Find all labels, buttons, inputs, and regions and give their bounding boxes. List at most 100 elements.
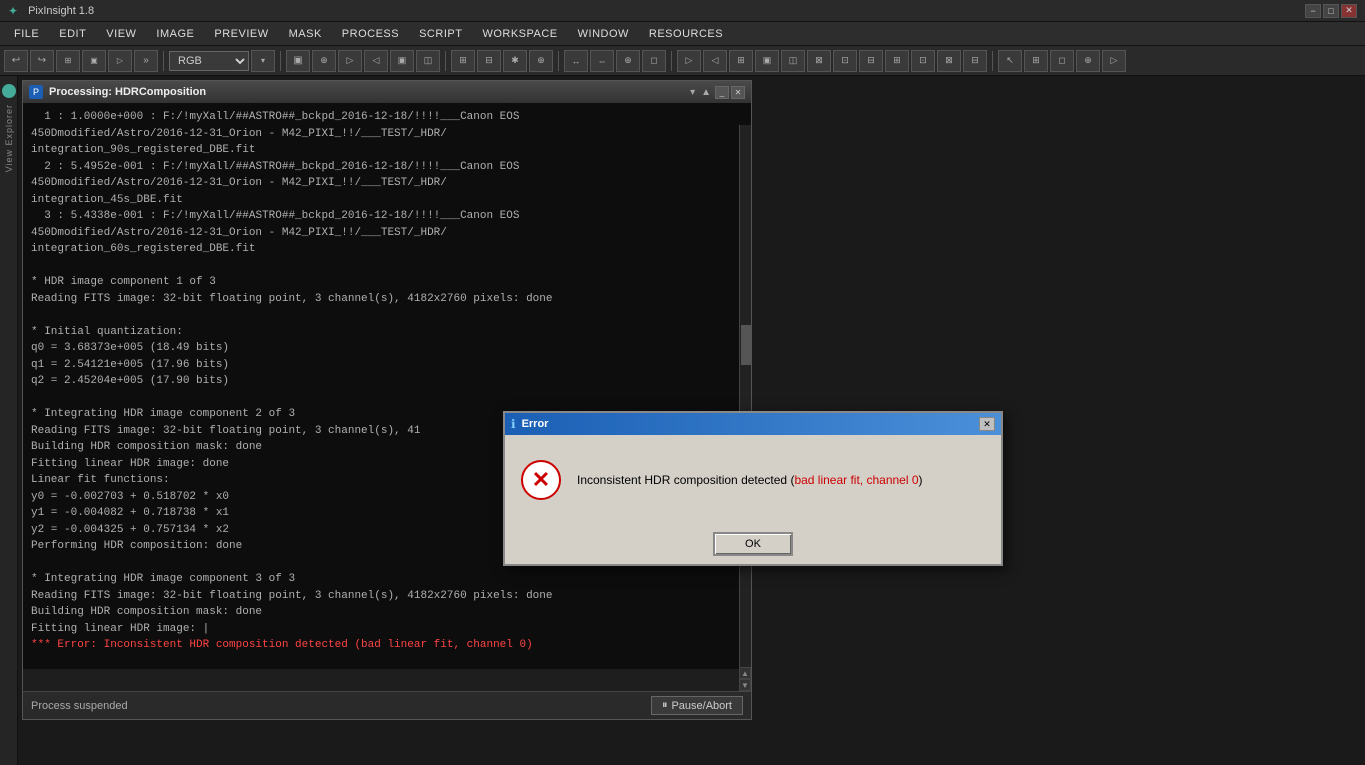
toolbar-b2[interactable]: ▷ xyxy=(338,50,362,72)
menu-view[interactable]: VIEW xyxy=(96,26,146,42)
processing-titlebar: P Processing: HDRComposition ▾ ▲ _ ✕ xyxy=(23,81,751,103)
toolbar-sep5 xyxy=(671,51,672,71)
toolbar-e11[interactable]: ⊠ xyxy=(937,50,961,72)
menu-edit[interactable]: EDIT xyxy=(49,26,96,42)
toolbar-e8[interactable]: ⊟ xyxy=(859,50,883,72)
menu-resources[interactable]: RESOURCES xyxy=(639,26,733,42)
scrollbar-thumb[interactable] xyxy=(741,325,751,365)
dialog-error-icon: ✕ xyxy=(521,460,561,500)
status-text: Process suspended xyxy=(31,700,128,712)
menu-image[interactable]: IMAGE xyxy=(146,26,204,42)
processing-title: Processing: HDRComposition xyxy=(49,86,206,98)
toolbar-e3[interactable]: ⊞ xyxy=(729,50,753,72)
minimize-button[interactable]: − xyxy=(1305,4,1321,18)
toolbar-e9[interactable]: ⊞ xyxy=(885,50,909,72)
menu-file[interactable]: FILE xyxy=(4,26,49,42)
toolbar-e12[interactable]: ⊟ xyxy=(963,50,987,72)
dialog-footer: OK xyxy=(505,524,1001,564)
toolbar-c2[interactable]: ⊟ xyxy=(477,50,501,72)
toolbar-e1[interactable]: ▷ xyxy=(677,50,701,72)
toolbar-c1[interactable]: ⊞ xyxy=(451,50,475,72)
toolbar-e2[interactable]: ◁ xyxy=(703,50,727,72)
menu-workspace[interactable]: WORKSPACE xyxy=(472,26,567,42)
toolbar-e5[interactable]: ◫ xyxy=(781,50,805,72)
toolbar-e6[interactable]: ⊠ xyxy=(807,50,831,72)
menu-preview[interactable]: PREVIEW xyxy=(204,26,278,42)
console-scrollbar[interactable] xyxy=(739,125,751,691)
toolbar-f2[interactable]: ◻ xyxy=(1050,50,1074,72)
console-error-line: *** Error: Inconsistent HDR composition … xyxy=(31,637,743,654)
dialog-title-text: Error xyxy=(522,418,549,430)
toolbar-d1[interactable]: ↔ xyxy=(564,50,588,72)
toolbar-nav1[interactable]: ⊞ xyxy=(56,50,80,72)
toolbar-f3[interactable]: ⊕ xyxy=(1076,50,1100,72)
ok-button[interactable]: OK xyxy=(713,532,793,556)
console-line-11: Reading FITS image: 32-bit floating poin… xyxy=(31,291,743,308)
toolbar-cursor[interactable]: ↖ xyxy=(998,50,1022,72)
toolbar-c4[interactable]: ⊕ xyxy=(529,50,553,72)
console-line-6: 3 : 5.4338e-001 : F:/!myXall/##ASTRO##_b… xyxy=(31,208,743,225)
error-dialog: ℹ Error ✕ ✕ Inconsistent HDR composition… xyxy=(503,411,1003,566)
toolbar: ↩ ↪ ⊞ ▣ ▷ » RGB ▾ ▣ ⊕ ▷ ◁ ▣ ◫ ⊞ ⊟ ✱ ⊕ ↔ … xyxy=(0,46,1365,76)
processing-collapse[interactable]: ▾ xyxy=(688,87,697,98)
dialog-titlebar: ℹ Error ✕ xyxy=(505,413,1001,435)
console-line-30: Building HDR composition mask: done xyxy=(31,604,743,621)
console-line-9 xyxy=(31,258,743,275)
toolbar-sep6 xyxy=(992,51,993,71)
processing-badge: P xyxy=(29,85,43,99)
processing-window: P Processing: HDRComposition ▾ ▲ _ ✕ 1 :… xyxy=(22,80,752,720)
color-space-dropdown[interactable]: RGB xyxy=(169,51,249,71)
toolbar-undo[interactable]: ↩ xyxy=(4,50,28,72)
toolbar-b3[interactable]: ◁ xyxy=(364,50,388,72)
console-line-16: q2 = 2.45204e+005 (17.90 bits) xyxy=(31,373,743,390)
toolbar-dropdown-arrow[interactable]: ▾ xyxy=(251,50,275,72)
console-line-1: 450Dmodified/Astro/2016-12-31_Orion - M4… xyxy=(31,126,743,143)
dialog-x-symbol: ✕ xyxy=(532,469,550,491)
toolbar-nav3[interactable]: ▷ xyxy=(108,50,132,72)
toolbar-nav2[interactable]: ▣ xyxy=(82,50,106,72)
processing-close[interactable]: ✕ xyxy=(731,86,745,99)
dialog-body: ✕ Inconsistent HDR composition detected … xyxy=(505,435,1001,524)
toolbar-d2[interactable]: ⇔ xyxy=(590,50,614,72)
console-line-14: q0 = 3.68373e+005 (18.49 bits) xyxy=(31,340,743,357)
scroll-down-arrow[interactable]: ▼ xyxy=(739,679,751,691)
main-area: View Explorer P Processing: HDRCompositi… xyxy=(0,76,1365,765)
console-line-2: integration_90s_registered_DBE.fit xyxy=(31,142,743,159)
console-line-5: integration_45s_DBE.fit xyxy=(31,192,743,209)
toolbar-e10[interactable]: ⊡ xyxy=(911,50,935,72)
toolbar-b5[interactable]: ◫ xyxy=(416,50,440,72)
toolbar-redo[interactable]: ↪ xyxy=(30,50,54,72)
dialog-msg-highlight: bad linear fit, channel 0 xyxy=(794,473,918,487)
toolbar-e7[interactable]: ⊡ xyxy=(833,50,857,72)
menu-process[interactable]: PROCESS xyxy=(332,26,409,42)
toolbar-b4[interactable]: ▣ xyxy=(390,50,414,72)
console-area: 1 : 1.0000e+000 : F:/!myXall/##ASTRO##_b… xyxy=(23,103,751,669)
title-bar: ✦ PixInsight 1.8 − □ ✕ xyxy=(0,0,1365,22)
toolbar-f4[interactable]: ▷ xyxy=(1102,50,1126,72)
scroll-up-arrow[interactable]: ▲ xyxy=(739,667,751,679)
processing-minimize[interactable]: _ xyxy=(715,86,729,99)
toolbar-d4[interactable]: ◻ xyxy=(642,50,666,72)
toolbar-d3[interactable]: ⊕ xyxy=(616,50,640,72)
side-label-view[interactable]: View Explorer xyxy=(4,104,14,172)
menu-mask[interactable]: MASK xyxy=(279,26,332,42)
processing-expand[interactable]: ▲ xyxy=(699,87,713,98)
toolbar-c3[interactable]: ✱ xyxy=(503,50,527,72)
processing-controls: ▾ ▲ _ ✕ xyxy=(688,86,745,99)
console-line-0: 1 : 1.0000e+000 : F:/!myXall/##ASTRO##_b… xyxy=(31,109,743,126)
toolbar-f1[interactable]: ⊞ xyxy=(1024,50,1048,72)
pause-abort-button[interactable]: ⏸ Pause/Abort xyxy=(651,696,743,715)
toolbar-more[interactable]: » xyxy=(134,50,158,72)
menu-script[interactable]: SCRIPT xyxy=(409,26,472,42)
maximize-button[interactable]: □ xyxy=(1323,4,1339,18)
console-line-7: 450Dmodified/Astro/2016-12-31_Orion - M4… xyxy=(31,225,743,242)
dialog-close-button[interactable]: ✕ xyxy=(979,417,995,431)
console-line-8: integration_60s_registered_DBE.fit xyxy=(31,241,743,258)
toolbar-monitor[interactable]: ▣ xyxy=(286,50,310,72)
menu-window[interactable]: WINDOW xyxy=(568,26,639,42)
toolbar-e4[interactable]: ▣ xyxy=(755,50,779,72)
dialog-title-icon: ℹ xyxy=(511,417,516,431)
close-button[interactable]: ✕ xyxy=(1341,4,1357,18)
processing-statusbar: Process suspended ⏸ Pause/Abort xyxy=(23,691,751,719)
toolbar-b1[interactable]: ⊕ xyxy=(312,50,336,72)
